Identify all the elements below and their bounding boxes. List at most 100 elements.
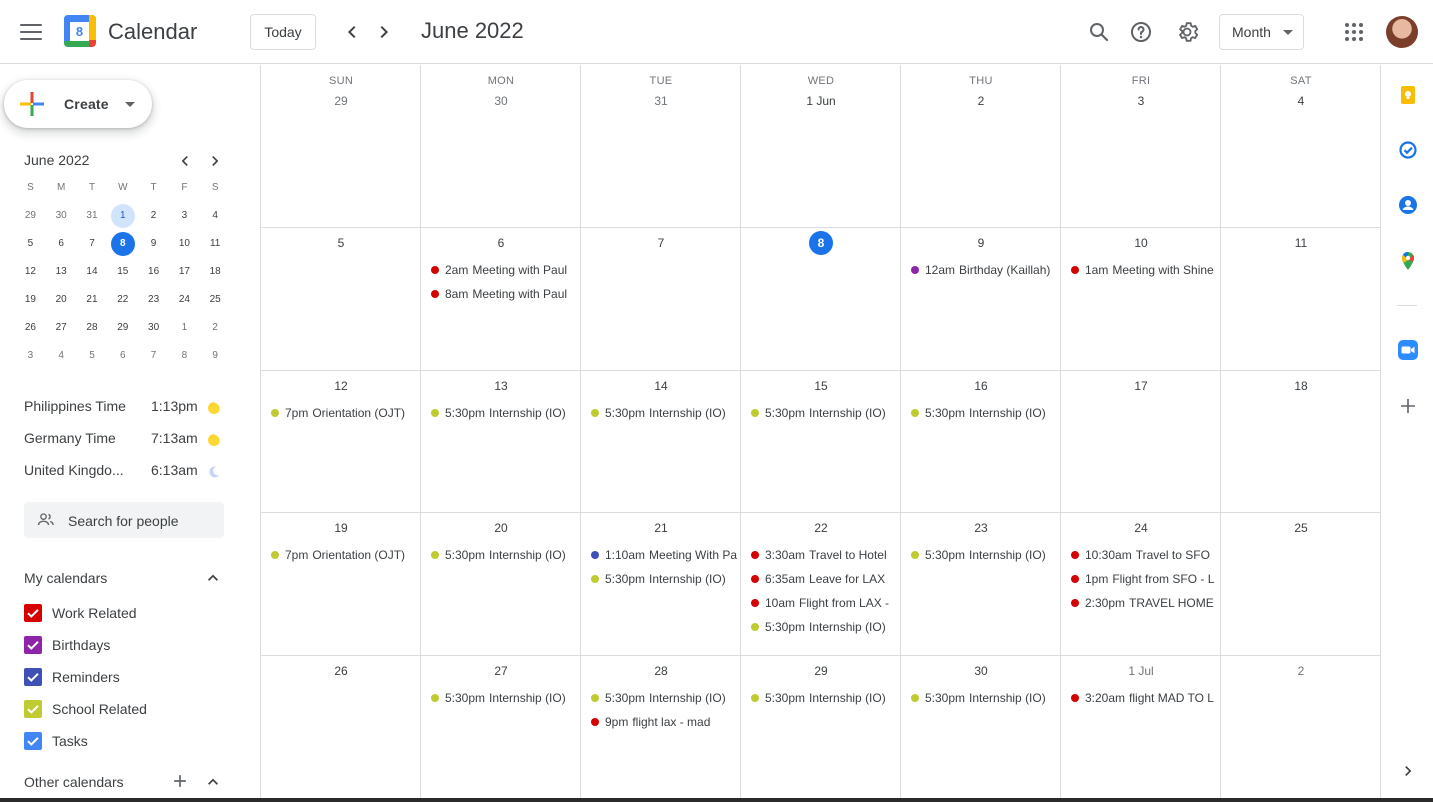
calendar-logo-icon[interactable]: 8 bbox=[64, 15, 96, 47]
event-chip[interactable]: 5:30pm Internship (IO) bbox=[427, 545, 579, 565]
calendar-checkbox[interactable] bbox=[24, 668, 42, 686]
mini-calendar-day[interactable]: 21 bbox=[77, 288, 108, 316]
account-avatar[interactable] bbox=[1386, 16, 1418, 48]
day-cell[interactable]: 5 bbox=[261, 228, 421, 370]
event-chip[interactable]: 5:30pm Internship (IO) bbox=[747, 403, 899, 423]
google-apps-icon[interactable] bbox=[1345, 23, 1363, 41]
event-chip[interactable]: 2am Meeting with Paul bbox=[427, 260, 579, 280]
search-people-input[interactable]: Search for people bbox=[24, 502, 224, 538]
keep-icon[interactable] bbox=[1398, 85, 1418, 105]
mini-calendar-day[interactable]: 6 bbox=[107, 344, 138, 372]
day-cell[interactable]: 23 5:30pm Internship (IO) bbox=[901, 513, 1061, 655]
event-chip[interactable]: 5:30pm Internship (IO) bbox=[587, 569, 739, 589]
day-number[interactable]: 14 bbox=[581, 379, 741, 393]
day-number[interactable]: 1 Jun bbox=[741, 94, 901, 108]
day-number[interactable]: 25 bbox=[1221, 521, 1381, 535]
day-number[interactable]: 19 bbox=[261, 521, 421, 535]
day-number[interactable]: 2 bbox=[901, 94, 1061, 108]
day-cell[interactable]: 19 7pm Orientation (OJT) bbox=[261, 513, 421, 655]
calendar-checkbox[interactable] bbox=[24, 700, 42, 718]
event-chip[interactable]: 5:30pm Internship (IO) bbox=[747, 688, 899, 708]
help-icon[interactable] bbox=[1129, 20, 1153, 44]
mini-calendar-prev-icon[interactable] bbox=[175, 151, 195, 171]
event-chip[interactable]: 6:35am Leave for LAX bbox=[747, 569, 899, 589]
event-chip[interactable]: 5:30pm Internship (IO) bbox=[907, 688, 1059, 708]
day-number[interactable]: 20 bbox=[421, 521, 581, 535]
day-cell[interactable]: TUE 31 bbox=[581, 65, 741, 227]
mini-calendar-day[interactable]: 31 bbox=[77, 204, 108, 232]
day-number[interactable]: 28 bbox=[581, 664, 741, 678]
mini-calendar-day[interactable]: 29 bbox=[107, 316, 138, 344]
view-switcher-dropdown[interactable]: Month bbox=[1219, 14, 1304, 50]
mini-calendar-day[interactable]: 19 bbox=[15, 288, 46, 316]
day-number[interactable]: 30 bbox=[421, 94, 581, 108]
day-number[interactable]: 11 bbox=[1221, 236, 1381, 250]
day-number[interactable]: 6 bbox=[421, 236, 581, 250]
day-cell[interactable]: 10 1am Meeting with Shine bbox=[1061, 228, 1221, 370]
mini-calendar-day[interactable]: 23 bbox=[138, 288, 169, 316]
day-cell[interactable]: 9 12am Birthday (Kaillah) bbox=[901, 228, 1061, 370]
day-number[interactable]: 1 Jul bbox=[1061, 664, 1221, 678]
day-cell[interactable]: 30 5:30pm Internship (IO) bbox=[901, 656, 1061, 802]
add-other-calendar-icon[interactable] bbox=[170, 771, 190, 791]
event-chip[interactable]: 12am Birthday (Kaillah) bbox=[907, 260, 1059, 280]
mini-calendar-day[interactable]: 18 bbox=[200, 260, 231, 288]
mini-calendar-day[interactable]: 20 bbox=[46, 288, 77, 316]
mini-calendar-day[interactable]: 4 bbox=[200, 204, 231, 232]
day-cell[interactable]: SUN 29 bbox=[261, 65, 421, 227]
mini-calendar-day[interactable]: 5 bbox=[77, 344, 108, 372]
event-chip[interactable]: 8am Meeting with Paul bbox=[427, 284, 579, 304]
mini-calendar-day[interactable]: 11 bbox=[200, 232, 231, 260]
mini-calendar-day[interactable]: 2 bbox=[138, 204, 169, 232]
event-chip[interactable]: 5:30pm Internship (IO) bbox=[427, 403, 579, 423]
mini-calendar-day[interactable]: 17 bbox=[169, 260, 200, 288]
day-number[interactable]: 10 bbox=[1061, 236, 1221, 250]
day-cell[interactable]: 14 5:30pm Internship (IO) bbox=[581, 371, 741, 512]
day-cell[interactable]: 24 10:30am Travel to SFO 1pm Flight from SFO… bbox=[1061, 513, 1221, 655]
event-chip[interactable]: 10am Flight from LAX - bbox=[747, 593, 899, 613]
day-cell[interactable]: 18 bbox=[1221, 371, 1381, 512]
calendar-list-item[interactable]: Tasks bbox=[24, 729, 224, 753]
mini-calendar-day[interactable]: 25 bbox=[200, 288, 231, 316]
event-chip[interactable]: 3:30am Travel to Hotel bbox=[747, 545, 899, 565]
mini-calendar-day[interactable]: 5 bbox=[15, 232, 46, 260]
main-menu-icon[interactable] bbox=[20, 24, 42, 40]
day-cell[interactable]: 6 2am Meeting with Paul 8am Meeting with Pau… bbox=[421, 228, 581, 370]
search-icon[interactable] bbox=[1087, 20, 1111, 44]
event-chip[interactable]: 1pm Flight from SFO - L bbox=[1067, 569, 1219, 589]
mini-calendar-day[interactable]: 9 bbox=[200, 344, 231, 372]
chevron-up-icon[interactable] bbox=[203, 772, 223, 792]
day-cell[interactable]: 8 bbox=[741, 228, 901, 370]
day-number[interactable]: 13 bbox=[421, 379, 581, 393]
mini-calendar-day[interactable]: 29 bbox=[15, 204, 46, 232]
my-calendars-heading[interactable]: My calendars bbox=[24, 570, 107, 586]
mini-calendar-day[interactable]: 10 bbox=[169, 232, 200, 260]
day-cell[interactable]: SAT 4 bbox=[1221, 65, 1381, 227]
mini-calendar-next-icon[interactable] bbox=[205, 151, 225, 171]
mini-calendar-day[interactable]: 1 bbox=[107, 204, 138, 232]
day-cell[interactable]: 11 bbox=[1221, 228, 1381, 370]
event-chip[interactable]: 1:10am Meeting With Pa bbox=[587, 545, 739, 565]
day-number[interactable]: 29 bbox=[261, 94, 421, 108]
day-number[interactable]: 22 bbox=[741, 521, 901, 535]
calendar-list-item[interactable]: Reminders bbox=[24, 665, 224, 689]
event-chip[interactable]: 7pm Orientation (OJT) bbox=[267, 403, 419, 423]
add-icon[interactable] bbox=[1398, 396, 1418, 416]
mini-calendar-day[interactable]: 14 bbox=[77, 260, 108, 288]
day-cell[interactable]: 27 5:30pm Internship (IO) bbox=[421, 656, 581, 802]
day-number[interactable]: 4 bbox=[1221, 94, 1381, 108]
mini-calendar-day[interactable]: 4 bbox=[46, 344, 77, 372]
day-cell[interactable]: 29 5:30pm Internship (IO) bbox=[741, 656, 901, 802]
calendar-list-item[interactable]: School Related bbox=[24, 697, 224, 721]
day-cell[interactable]: 22 3:30am Travel to Hotel 6:35am Leave for L… bbox=[741, 513, 901, 655]
event-chip[interactable]: 10:30am Travel to SFO bbox=[1067, 545, 1219, 565]
day-cell[interactable]: MON 30 bbox=[421, 65, 581, 227]
contacts-icon[interactable] bbox=[1398, 195, 1418, 215]
mini-calendar-day[interactable]: 3 bbox=[169, 204, 200, 232]
day-cell[interactable]: 7 bbox=[581, 228, 741, 370]
mini-calendar-day[interactable]: 3 bbox=[15, 344, 46, 372]
day-number[interactable]: 15 bbox=[741, 379, 901, 393]
day-cell[interactable]: 16 5:30pm Internship (IO) bbox=[901, 371, 1061, 512]
day-number[interactable]: 29 bbox=[741, 664, 901, 678]
day-cell[interactable]: WED 1 Jun bbox=[741, 65, 901, 227]
